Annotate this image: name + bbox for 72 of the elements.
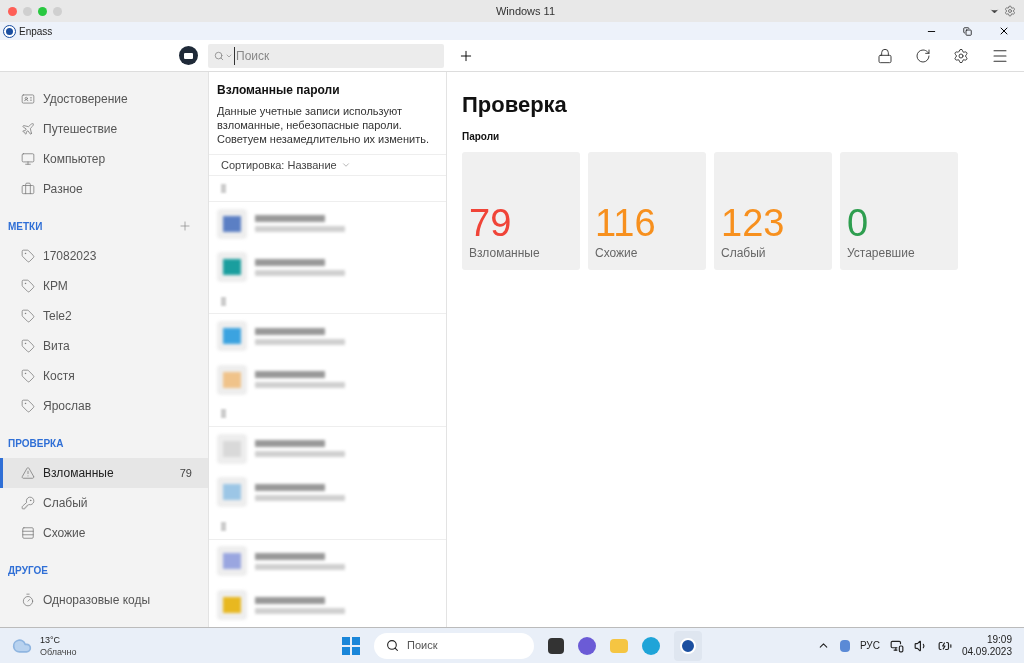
section-heading: ДРУГОЕ: [8, 563, 48, 578]
app-tray-icon[interactable]: [839, 639, 850, 652]
blurred-letter: [221, 184, 226, 193]
tag-icon: [21, 369, 35, 383]
timer-icon: [21, 593, 35, 607]
sidebar-item[interactable]: Разное: [0, 174, 208, 204]
sidebar-item[interactable]: Tele2: [0, 301, 208, 331]
section-heading: МЕТКИ: [8, 219, 43, 234]
search-icon: [214, 50, 224, 61]
settings-icon[interactable]: [1004, 5, 1016, 17]
blurred-letter: [221, 296, 226, 306]
blurred-letter: [221, 409, 226, 419]
weather-temperature: 13°C: [40, 633, 62, 646]
sidebar-item[interactable]: Костя: [0, 361, 208, 391]
clock-date[interactable]: 04.09.2023: [961, 645, 1012, 658]
stat-label: Схожие: [595, 245, 639, 262]
tag-icon: [21, 279, 35, 293]
sort-dropdown[interactable]: Сортировка: Название: [209, 155, 446, 177]
stat-value: 116: [595, 202, 657, 244]
refresh-icon[interactable]: [915, 47, 931, 64]
tag-icon: [21, 309, 35, 323]
sidebar-item[interactable]: Ярослав: [0, 391, 208, 421]
case-icon: [21, 182, 35, 196]
list-title: Взломанные пароли: [217, 82, 341, 99]
taskbar-search-field[interactable]: Поиск: [374, 632, 534, 659]
sidebar-item[interactable]: 17082023: [0, 241, 208, 271]
stat-value: 123: [721, 202, 786, 244]
app-window-icon[interactable]: [548, 637, 564, 654]
restore-icon[interactable]: [963, 26, 972, 36]
start-icon[interactable]: [342, 636, 360, 655]
monitor-icon: [21, 152, 35, 166]
stat-label: Взломанные: [469, 245, 541, 262]
stat-card[interactable]: 79 Взломанные: [462, 152, 580, 270]
page-title: Проверка: [462, 91, 568, 119]
tag-icon: [21, 399, 35, 413]
settings-icon[interactable]: [953, 47, 969, 64]
stat-card[interactable]: 123 Слабый: [714, 152, 832, 270]
vault-icon[interactable]: [179, 46, 198, 65]
id-icon: [21, 92, 35, 106]
search-icon: [386, 639, 399, 652]
sidebar-item[interactable]: Вита: [0, 331, 208, 361]
tag-icon: [21, 249, 35, 263]
language-indicator[interactable]: РУС: [859, 638, 880, 653]
sidebar-item[interactable]: Одноразовые коды: [0, 585, 208, 615]
app-title: Enpass: [19, 24, 54, 39]
section-heading: ПРОВЕРКА: [8, 436, 64, 451]
network-icon[interactable]: [889, 638, 904, 653]
plane-icon: [21, 122, 35, 136]
tag-icon: [21, 339, 35, 353]
lock-icon[interactable]: [877, 47, 893, 64]
sidebar-item[interactable]: Путешествие: [0, 114, 208, 144]
sidebar-item[interactable]: Схожие: [0, 518, 208, 548]
weather-condition: Облачно: [40, 645, 77, 658]
sidebar-item[interactable]: Удостоверение: [0, 84, 208, 114]
stat-label: Устаревшие: [847, 245, 916, 262]
blurred-letter: [221, 521, 226, 531]
stat-card[interactable]: 0 Устаревшие: [840, 152, 958, 270]
warning-icon: [21, 466, 35, 480]
clock-time[interactable]: 19:09: [986, 633, 1012, 646]
stat-value: 79: [469, 202, 513, 244]
window-title: Windows 11: [494, 3, 557, 19]
sidebar-item[interactable]: Слабый: [0, 488, 208, 518]
list-description: Данные учетные записи используют взломанные, небезопасные пароли. Советуем незамедлительно их изменить.: [217, 104, 431, 146]
sidebar-item[interactable]: КРМ: [0, 271, 208, 301]
close-icon[interactable]: [998, 25, 1010, 37]
item-count: 79: [179, 465, 192, 481]
stat-label: Слабый: [721, 245, 767, 262]
section-title: Пароли: [462, 130, 501, 144]
stat-card[interactable]: 116 Схожие: [588, 152, 706, 270]
sidebar-item[interactable]: Компьютер: [0, 144, 208, 174]
stat-value: 0: [847, 202, 870, 244]
sidebar-item[interactable]: Взломанные 79: [0, 458, 208, 488]
